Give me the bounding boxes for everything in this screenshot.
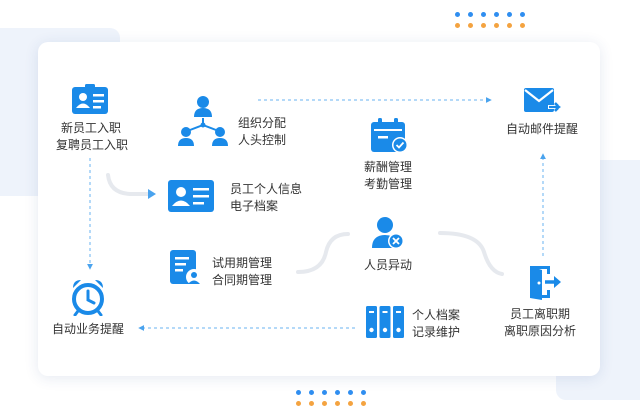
exit-door-icon: [530, 266, 561, 300]
node-org: 组织分配 人头控制: [238, 115, 286, 149]
node-exit-line-2: 离职原因分析: [503, 324, 576, 338]
connector-change-to-exit: [438, 231, 504, 276]
user-remove-icon: [372, 217, 404, 249]
node-onboarding-line-1: 新员工入职: [60, 121, 121, 135]
node-payroll-line-2: 考勤管理: [364, 177, 413, 191]
connector-onboarding-to-profile: [106, 173, 152, 196]
node-exit: 员工离职期 离职原因分析: [500, 306, 580, 340]
node-change: 人员异动: [364, 257, 412, 274]
node-archive: 个人档案 记录维护: [412, 307, 460, 341]
node-org-line-1: 组织分配: [238, 116, 287, 130]
node-payroll: 薪酬管理 考勤管理: [364, 159, 412, 193]
node-exit-line-1: 员工离职期: [509, 307, 570, 321]
mail-send-icon: [524, 88, 561, 112]
archive-binders-icon: [366, 306, 404, 338]
connector-onboarding-to-profile-arrow: [148, 189, 156, 199]
node-probation: 试用期管理 合同期管理: [212, 255, 272, 289]
node-alarm: 自动业务提醒: [52, 321, 124, 338]
node-archive-line-2: 记录维护: [412, 325, 461, 339]
org-chart-icon: [178, 96, 228, 146]
connector-layer: [87, 97, 546, 331]
alarm-clock-icon: [72, 280, 104, 316]
node-alarm-line-1: 自动业务提醒: [52, 322, 125, 336]
node-profile-line-1: 员工个人信息: [230, 182, 303, 196]
node-email-line-1: 自动邮件提醒: [506, 122, 579, 136]
connector-probation-to-change: [296, 232, 350, 274]
node-onboarding: 新员工入职 复聘员工入职: [56, 120, 129, 154]
profile-card-icon: [168, 180, 214, 212]
node-change-line-1: 人员异动: [364, 258, 413, 272]
contract-doc-icon: [170, 250, 202, 285]
node-profile-line-2: 电子档案: [230, 199, 279, 213]
node-archive-line-1: 个人档案: [412, 308, 461, 322]
node-payroll-line-1: 薪酬管理: [364, 160, 413, 174]
node-probation-line-2: 合同期管理: [212, 273, 273, 287]
node-org-line-2: 人头控制: [238, 133, 287, 147]
node-probation-line-1: 试用期管理: [212, 256, 273, 270]
node-onboarding-line-2: 复聘员工入职: [56, 138, 129, 152]
calendar-check-icon: [371, 118, 408, 153]
id-card-icon: [72, 84, 108, 114]
node-email: 自动邮件提醒: [506, 121, 578, 138]
node-profile: 员工个人信息 电子档案: [230, 181, 302, 215]
